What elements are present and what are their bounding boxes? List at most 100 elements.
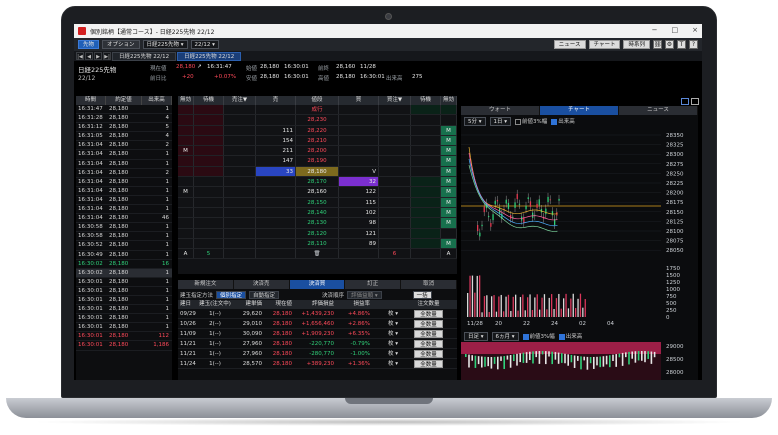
method-individual-toggle[interactable]: 個別指定 bbox=[216, 290, 247, 299]
timeseries-button[interactable]: 時系列 bbox=[623, 40, 650, 49]
book-mark-left[interactable] bbox=[178, 197, 194, 207]
book-sell-order-cell[interactable] bbox=[224, 218, 256, 228]
daily-volume-toggle[interactable]: 出来高 bbox=[558, 332, 582, 340]
book-buy-order-cell[interactable] bbox=[379, 125, 411, 135]
tab-close-buy[interactable]: 決済買 bbox=[289, 280, 346, 289]
order-seq-select[interactable]: 評価益順 ▾ bbox=[347, 290, 382, 299]
book-wait-right[interactable] bbox=[411, 177, 441, 187]
book-sell-order-cell[interactable] bbox=[224, 156, 256, 166]
book-col-buy-order[interactable]: 買注▼ bbox=[379, 96, 411, 105]
table-row[interactable]: 10/26 2(--) 29,010 28,180 +1,656,460 +2.86% 枚 … bbox=[178, 319, 457, 329]
method-auto-toggle[interactable]: 自動指定 bbox=[249, 290, 280, 299]
book-wait-left[interactable] bbox=[194, 228, 224, 238]
trash-icon[interactable]: 🗑 bbox=[296, 249, 339, 259]
book-price[interactable]: 28,120 bbox=[296, 228, 339, 238]
book-price[interactable]: 28,150 bbox=[296, 197, 339, 207]
book-mark-left[interactable] bbox=[178, 218, 194, 228]
book-sell-order-cell[interactable] bbox=[224, 197, 256, 207]
all-qty-button[interactable]: 全数量 bbox=[414, 350, 443, 358]
book-wait-right[interactable] bbox=[411, 166, 441, 177]
table-row[interactable]: 09/29 1(--) 29,620 28,180 +1,439,230 +4.86% 枚 … bbox=[178, 309, 457, 319]
span-select[interactable]: 1日 ▾ bbox=[489, 116, 512, 126]
book-mark-right[interactable] bbox=[441, 115, 457, 125]
book-mark-right[interactable]: M bbox=[441, 125, 457, 135]
book-buy-order-cell[interactable] bbox=[379, 187, 411, 197]
tab-close-sell[interactable]: 決済売 bbox=[233, 280, 290, 289]
book-price[interactable]: 28,220 bbox=[296, 125, 339, 135]
book-mark-left[interactable] bbox=[178, 228, 194, 238]
book-buy-order-cell[interactable] bbox=[379, 228, 411, 238]
bulk-button[interactable]: 一括 bbox=[412, 290, 432, 299]
help-icon[interactable]: ? bbox=[689, 40, 698, 49]
book-buy-order-cell[interactable] bbox=[379, 156, 411, 166]
book-sell-order-cell[interactable] bbox=[224, 166, 256, 177]
ts-col-volume[interactable]: 出来高 bbox=[142, 96, 172, 105]
book-mark-right[interactable]: M bbox=[441, 177, 457, 187]
book-col-sell-order[interactable]: 売注▼ bbox=[224, 96, 256, 105]
all-qty-button[interactable]: 全数量 bbox=[414, 340, 443, 348]
minimize-icon[interactable]: − bbox=[652, 26, 658, 34]
book-sell-order-cell[interactable] bbox=[224, 115, 256, 125]
book-buy-order-cell[interactable] bbox=[379, 166, 411, 177]
book-mark-right[interactable]: M bbox=[441, 146, 457, 156]
qty-select[interactable]: 枚 ▾ bbox=[372, 319, 400, 328]
book-wait-left[interactable] bbox=[194, 156, 224, 166]
book-sell-order-cell[interactable] bbox=[224, 135, 256, 146]
table-row[interactable]: 11/09 1(--) 30,090 28,180 +1,909,230 +6.35% 枚 … bbox=[178, 329, 457, 339]
first-icon[interactable]: |◀ bbox=[76, 52, 84, 60]
book-wait-left[interactable] bbox=[194, 146, 224, 156]
text-size-icon[interactable]: T bbox=[677, 40, 686, 49]
all-qty-button[interactable]: 全数量 bbox=[414, 310, 443, 318]
book-price[interactable]: 28,200 bbox=[296, 146, 339, 156]
book-mark-left[interactable] bbox=[178, 238, 194, 249]
all-qty-button[interactable]: 全数量 bbox=[414, 320, 443, 328]
book-mark-right[interactable]: M bbox=[441, 207, 457, 218]
book-sell-order-cell[interactable] bbox=[224, 238, 256, 249]
book-wait-right[interactable] bbox=[411, 156, 441, 166]
book-price[interactable]: 28,170 bbox=[296, 177, 339, 187]
book-price[interactable]: 28,230 bbox=[296, 115, 339, 125]
book-mark-right[interactable]: M bbox=[441, 238, 457, 249]
prev-icon[interactable]: ◀ bbox=[85, 52, 93, 60]
book-buy-order-cell[interactable] bbox=[379, 115, 411, 125]
qty-select[interactable]: 枚 ▾ bbox=[372, 309, 400, 318]
table-row[interactable]: 11/21 1(--) 27,960 28,180 -280,770 -1.00% 枚 ▾ 全… bbox=[178, 349, 457, 359]
book-wait-left[interactable] bbox=[194, 238, 224, 249]
book-wait-right[interactable] bbox=[411, 187, 441, 197]
layout-split-icon[interactable] bbox=[681, 98, 689, 105]
book-buy-order-cell[interactable] bbox=[379, 218, 411, 228]
ts-col-time[interactable]: 時間 bbox=[76, 96, 106, 105]
book-sell-order-cell[interactable] bbox=[224, 125, 256, 135]
last-icon[interactable]: ▶| bbox=[103, 52, 111, 60]
volume-toggle[interactable]: 出来高 bbox=[551, 117, 575, 125]
book-wait-right[interactable] bbox=[411, 228, 441, 238]
table-row[interactable]: 11/21 1(--) 27,960 28,180 -220,770 -0.79% 枚 ▾ 全… bbox=[178, 339, 457, 349]
book-wait-right[interactable] bbox=[411, 238, 441, 249]
book-wait-right[interactable] bbox=[411, 146, 441, 156]
daily-interval-select[interactable]: 日足 ▾ bbox=[464, 331, 488, 341]
next-icon[interactable]: ▶ bbox=[94, 52, 102, 60]
book-wait-left[interactable] bbox=[194, 135, 224, 146]
contract-select[interactable]: 22/12 ▾ bbox=[190, 40, 219, 49]
book-mark-left[interactable] bbox=[178, 115, 194, 125]
link-icon[interactable]: ⛓ bbox=[653, 40, 662, 49]
book-mark-left[interactable] bbox=[178, 166, 194, 177]
tab-nikkei-2[interactable]: 日経225先物 22/12 bbox=[177, 51, 242, 61]
tab-quote[interactable]: ウォート bbox=[461, 106, 540, 115]
book-price[interactable]: 28,180 bbox=[296, 166, 339, 177]
chart-button[interactable]: チャート bbox=[588, 40, 621, 49]
qty-select[interactable]: 枚 ▾ bbox=[372, 339, 400, 348]
book-wait-right[interactable] bbox=[411, 197, 441, 207]
book-wait-right[interactable] bbox=[411, 125, 441, 135]
book-price[interactable]: 28,190 bbox=[296, 156, 339, 166]
book-buy-order-cell[interactable] bbox=[379, 197, 411, 207]
tab-nikkei-1[interactable]: 日経225先物 22/12 bbox=[112, 51, 177, 61]
tab-news[interactable]: ニュース bbox=[619, 106, 698, 115]
book-mark-right[interactable]: M bbox=[441, 156, 457, 166]
qty-select[interactable]: 枚 ▾ bbox=[372, 349, 400, 358]
book-wait-left[interactable] bbox=[194, 177, 224, 187]
tab-chart[interactable]: チャート bbox=[540, 106, 619, 115]
tab-cancel[interactable]: 取消 bbox=[401, 280, 457, 289]
book-mark-right[interactable] bbox=[441, 228, 457, 238]
qty-select[interactable]: 枚 ▾ bbox=[372, 329, 400, 338]
